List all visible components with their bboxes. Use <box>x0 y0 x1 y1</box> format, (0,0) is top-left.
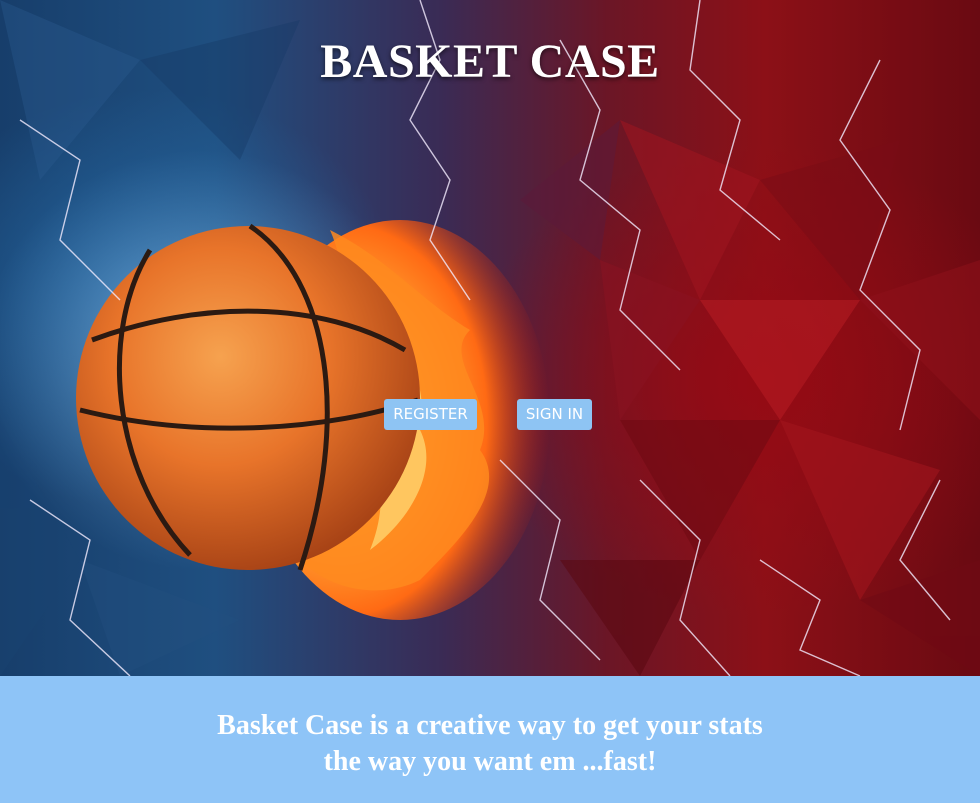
tagline: Basket Case is a creative way to get you… <box>0 708 980 780</box>
tagline-line-1: Basket Case is a creative way to get you… <box>217 710 763 741</box>
sign-in-button[interactable]: SIGN IN <box>517 399 592 430</box>
footer-banner: Basket Case is a creative way to get you… <box>0 676 980 803</box>
basketball-image <box>76 223 420 571</box>
hero-banner: BASKET CASE REGISTER SIGN IN <box>0 0 980 676</box>
page: BASKET CASE REGISTER SIGN IN Basket Case… <box>0 0 980 803</box>
tagline-line-2: the way you want em ...fast! <box>323 746 657 777</box>
page-title: BASKET CASE <box>320 35 660 88</box>
polygon-shards <box>520 120 980 676</box>
hero-background-art <box>0 0 980 676</box>
register-button[interactable]: REGISTER <box>384 399 477 430</box>
